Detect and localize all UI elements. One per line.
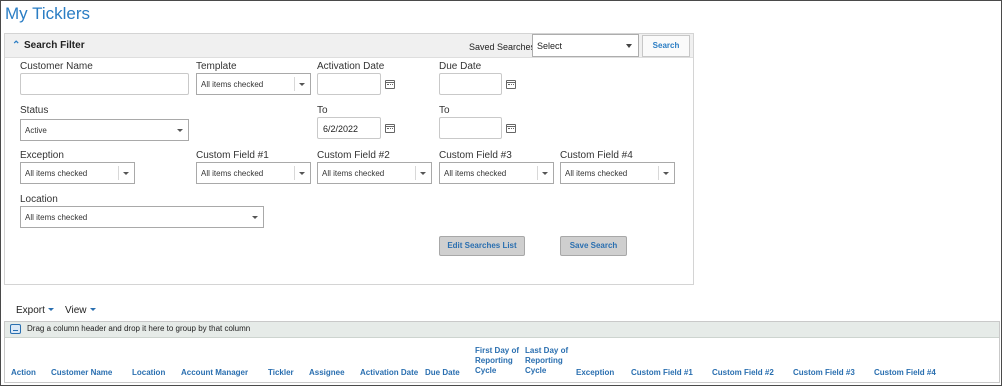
- custom-field-3-value: All items checked: [444, 169, 507, 178]
- column-header-customer-name[interactable]: Customer Name: [51, 368, 112, 378]
- caret-down-icon: [299, 83, 305, 86]
- caret-down-icon: [252, 216, 258, 219]
- caret-down-icon: [177, 129, 183, 132]
- group-by-panel[interactable]: Drag a column header and drop it here to…: [5, 322, 999, 338]
- activation-date-input[interactable]: [317, 73, 381, 95]
- location-dropdown[interactable]: All items checked: [20, 206, 264, 228]
- filter-title: Search Filter: [24, 40, 85, 51]
- activation-date-label: Activation Date: [317, 61, 385, 72]
- column-header-action[interactable]: Action: [11, 368, 36, 378]
- status-dropdown[interactable]: Active: [20, 119, 189, 141]
- column-header-custom-field-2[interactable]: Custom Field #2: [712, 368, 774, 378]
- activation-to-input[interactable]: 6/2/2022: [317, 117, 381, 139]
- template-value: All items checked: [201, 80, 264, 89]
- calendar-icon[interactable]: [506, 124, 516, 133]
- calendar-icon[interactable]: [385, 124, 395, 133]
- exception-label: Exception: [20, 150, 64, 161]
- filter-header[interactable]: ⌃ Search Filter Saved Searches Select Se…: [5, 34, 693, 58]
- column-header-activation-date[interactable]: Activation Date: [360, 368, 418, 378]
- custom-field-3-dropdown[interactable]: All items checked: [439, 162, 554, 184]
- custom-field-2-dropdown[interactable]: All items checked: [317, 162, 432, 184]
- ticklers-grid: Drag a column header and drop it here to…: [4, 321, 1000, 383]
- custom-field-2-label: Custom Field #2: [317, 150, 390, 161]
- customer-name-input[interactable]: [20, 73, 189, 95]
- calendar-icon[interactable]: [385, 80, 395, 89]
- customer-name-label: Customer Name: [20, 61, 93, 72]
- caret-down-icon: [420, 172, 426, 175]
- saved-searches-select[interactable]: Select: [532, 34, 639, 57]
- column-header-custom-field-1[interactable]: Custom Field #1: [631, 368, 693, 378]
- caret-down-icon: [123, 172, 129, 175]
- saved-searches-value: Select: [537, 41, 563, 51]
- column-header-assignee[interactable]: Assignee: [309, 368, 345, 378]
- export-menu[interactable]: Export: [16, 305, 54, 316]
- custom-field-4-dropdown[interactable]: All items checked: [560, 162, 675, 184]
- custom-field-1-dropdown[interactable]: All items checked: [196, 162, 311, 184]
- save-search-button[interactable]: Save Search: [560, 236, 627, 256]
- column-header-tickler[interactable]: Tickler: [268, 368, 294, 378]
- custom-field-4-value: All items checked: [565, 169, 628, 178]
- location-value: All items checked: [25, 213, 88, 222]
- exception-value: All items checked: [25, 169, 88, 178]
- location-label: Location: [20, 194, 58, 205]
- due-date-input[interactable]: [439, 73, 502, 95]
- due-to-input[interactable]: [439, 117, 502, 139]
- page-title: My Ticklers: [5, 4, 90, 23]
- saved-searches-label: Saved Searches: [469, 42, 536, 52]
- edit-searches-list-button[interactable]: Edit Searches List: [439, 236, 525, 256]
- template-label: Template: [196, 61, 237, 72]
- column-header-custom-field-4[interactable]: Custom Field #4: [874, 368, 936, 378]
- column-header-account-manager[interactable]: Account Manager: [181, 368, 248, 378]
- custom-field-3-label: Custom Field #3: [439, 150, 512, 161]
- due-to-label: To: [439, 105, 450, 116]
- column-header-location[interactable]: Location: [132, 368, 165, 378]
- view-menu[interactable]: View: [65, 305, 96, 316]
- due-date-label: Due Date: [439, 61, 482, 72]
- caret-down-icon: [89, 308, 96, 311]
- status-label: Status: [20, 105, 49, 116]
- caret-down-icon: [626, 44, 632, 48]
- group-panel-icon: [10, 324, 21, 334]
- caret-down-icon: [47, 308, 54, 311]
- custom-field-1-label: Custom Field #1: [196, 150, 269, 161]
- template-dropdown[interactable]: All items checked: [196, 73, 311, 95]
- caret-down-icon: [542, 172, 548, 175]
- activation-to-label: To: [317, 105, 328, 116]
- custom-field-4-label: Custom Field #4: [560, 150, 633, 161]
- exception-dropdown[interactable]: All items checked: [20, 162, 135, 184]
- search-filter-panel: ⌃ Search Filter Saved Searches Select Se…: [4, 33, 694, 285]
- column-header-custom-field-3[interactable]: Custom Field #3: [793, 368, 855, 378]
- caret-down-icon: [299, 172, 305, 175]
- column-header-first-day-reporting-cycle[interactable]: First Day of Reporting Cycle: [475, 346, 520, 376]
- search-button[interactable]: Search: [642, 35, 690, 57]
- chevron-up-icon[interactable]: ⌃: [12, 40, 20, 51]
- view-label: View: [65, 305, 87, 316]
- column-header-last-day-reporting-cycle[interactable]: Last Day of Reporting Cycle: [525, 346, 570, 376]
- group-by-hint: Drag a column header and drop it here to…: [27, 324, 251, 333]
- caret-down-icon: [663, 172, 669, 175]
- column-header-due-date[interactable]: Due Date: [425, 368, 460, 378]
- status-value: Active: [25, 126, 47, 135]
- calendar-icon[interactable]: [506, 80, 516, 89]
- column-header-exception[interactable]: Exception: [576, 368, 614, 378]
- custom-field-1-value: All items checked: [201, 169, 264, 178]
- custom-field-2-value: All items checked: [322, 169, 385, 178]
- export-label: Export: [16, 305, 45, 316]
